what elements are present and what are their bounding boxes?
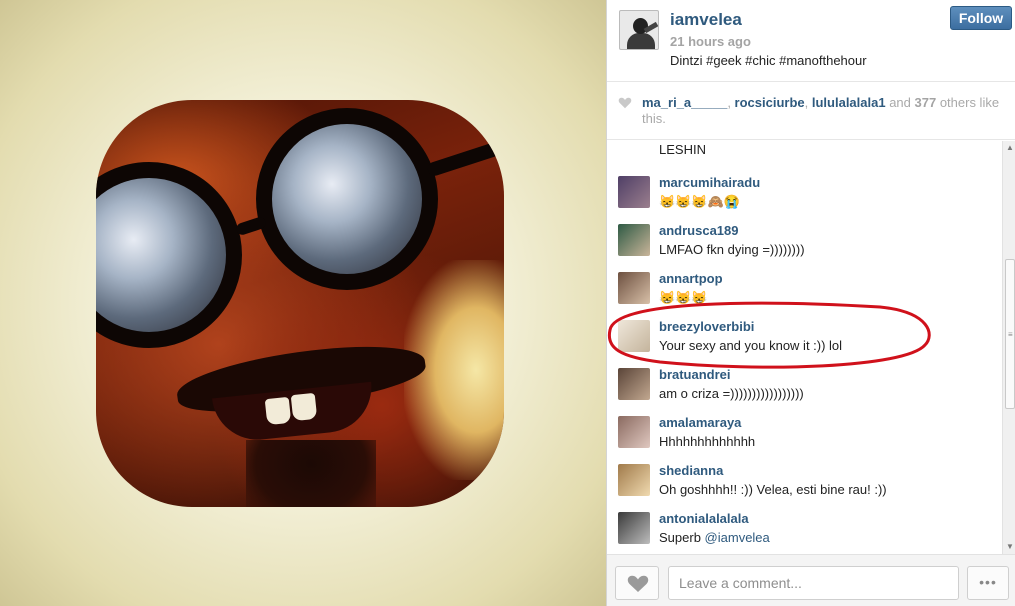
glasses-right-lens — [256, 108, 438, 290]
comment: annartpop 😸😸😸 — [607, 268, 1002, 314]
commenter-avatar[interactable] — [618, 416, 650, 448]
comment: marcumihairadu 😸😸😸🙈😭 — [607, 172, 1002, 218]
comments-scrollbar[interactable]: ▲ ≡ ▼ — [1002, 141, 1015, 554]
heart-icon — [627, 575, 649, 592]
commenter-username[interactable]: bratuandrei — [659, 367, 731, 382]
comment-text: Your sexy and you know it :)) lol — [659, 338, 843, 353]
commenter-avatar[interactable] — [618, 272, 650, 304]
comment-text: Oh goshhhh!! :)) Velea, esti bine rau! :… — [659, 482, 887, 497]
avatar-body — [627, 33, 655, 49]
commenter-username[interactable]: annartpop — [659, 271, 723, 286]
commenter-username[interactable]: antonialalalala — [659, 511, 749, 526]
like-user-2[interactable]: rocsiciurbe — [735, 95, 805, 110]
likes-separator: , — [804, 95, 812, 110]
likes-text: ma_ri_a_____, rocsiciurbe, lululalalala1… — [642, 95, 1002, 127]
like-user-1[interactable]: ma_ri_a_____ — [642, 95, 727, 110]
like-button[interactable] — [615, 566, 659, 600]
post-username[interactable]: iamvelea — [670, 10, 742, 30]
beard — [246, 440, 376, 507]
comment-text: 😸😸😸🙈😭 — [659, 194, 740, 209]
like-user-3[interactable]: lululalalala1 — [812, 95, 886, 110]
likes-summary: ma_ri_a_____, rocsiciurbe, lululalalala1… — [607, 82, 1015, 140]
comment-mention[interactable]: @iamvelea — [705, 530, 770, 545]
commenter-avatar[interactable] — [618, 464, 650, 496]
comment-bar: ••• — [607, 554, 1015, 606]
commenter-username[interactable]: marcumihairadu — [659, 175, 760, 190]
comment-text: 😸😸😸 — [659, 290, 708, 305]
comment-text: am o criza =))))))))))))))))) — [659, 386, 804, 401]
grip-icon: ≡ — [1008, 330, 1013, 339]
comment-text-body: Superb — [659, 530, 705, 545]
commenter-avatar[interactable] — [618, 176, 650, 208]
comment: andrusca189 LMFAO fkn dying =)))))))) — [607, 220, 1002, 266]
commenter-username[interactable]: andrusca189 — [659, 223, 739, 238]
comment: shedianna Oh goshhhh!! :)) Velea, esti b… — [607, 460, 1002, 506]
comment-partial: LESHIN — [607, 141, 1002, 164]
glasses-temple — [426, 136, 504, 178]
comment-text: LMFAO fkn dying =)))))))) — [659, 242, 805, 257]
more-options-button[interactable]: ••• — [967, 566, 1009, 600]
scroll-thumb[interactable]: ≡ — [1005, 259, 1015, 409]
comments-list[interactable]: LESHIN marcumihairadu 😸😸😸🙈😭 andrusca189 … — [607, 141, 1002, 554]
scroll-up-arrow-icon[interactable]: ▲ — [1003, 141, 1015, 155]
likes-and: and — [885, 95, 915, 110]
post-header: iamvelea 21 hours ago Dintzi #geek #chic… — [607, 0, 1015, 82]
comment-text: Superb @iamvelea — [659, 530, 770, 545]
commenter-avatar[interactable] — [618, 320, 650, 352]
scroll-down-arrow-icon[interactable]: ▼ — [1003, 540, 1015, 554]
follow-button[interactable]: Follow — [950, 6, 1012, 30]
commenter-avatar[interactable] — [618, 224, 650, 256]
comment-text: Hhhhhhhhhhhhh — [659, 434, 756, 449]
post-timestamp: 21 hours ago — [670, 34, 751, 49]
commenter-avatar[interactable] — [618, 368, 650, 400]
post-caption: Dintzi #geek #chic #manofthehour — [670, 53, 867, 68]
tooth — [290, 392, 318, 422]
commenter-username[interactable]: shedianna — [659, 463, 723, 478]
post-side-panel: iamvelea 21 hours ago Dintzi #geek #chic… — [606, 0, 1015, 606]
likes-count[interactable]: 377 — [915, 95, 937, 110]
commenter-avatar[interactable] — [618, 512, 650, 544]
comment: bratuandrei am o criza =))))))))))))))))… — [607, 364, 1002, 410]
post-photo[interactable] — [96, 100, 504, 507]
heart-icon — [618, 97, 632, 109]
commenter-username[interactable]: amalamaraya — [659, 415, 741, 430]
likes-separator: , — [727, 95, 735, 110]
glasses-left-lens — [96, 162, 242, 348]
user-avatar[interactable] — [619, 10, 659, 50]
comment: amalamaraya Hhhhhhhhhhhhh — [607, 412, 1002, 458]
comment-text: LESHIN — [659, 142, 706, 157]
comment: breezyloverbibi Your sexy and you know i… — [607, 316, 1002, 362]
comment-input[interactable] — [668, 566, 959, 600]
photo-pane — [0, 0, 606, 606]
comment: antonialalalala Superb @iamvelea — [607, 508, 1002, 554]
commenter-username[interactable]: breezyloverbibi — [659, 319, 754, 334]
tooth — [264, 396, 292, 426]
